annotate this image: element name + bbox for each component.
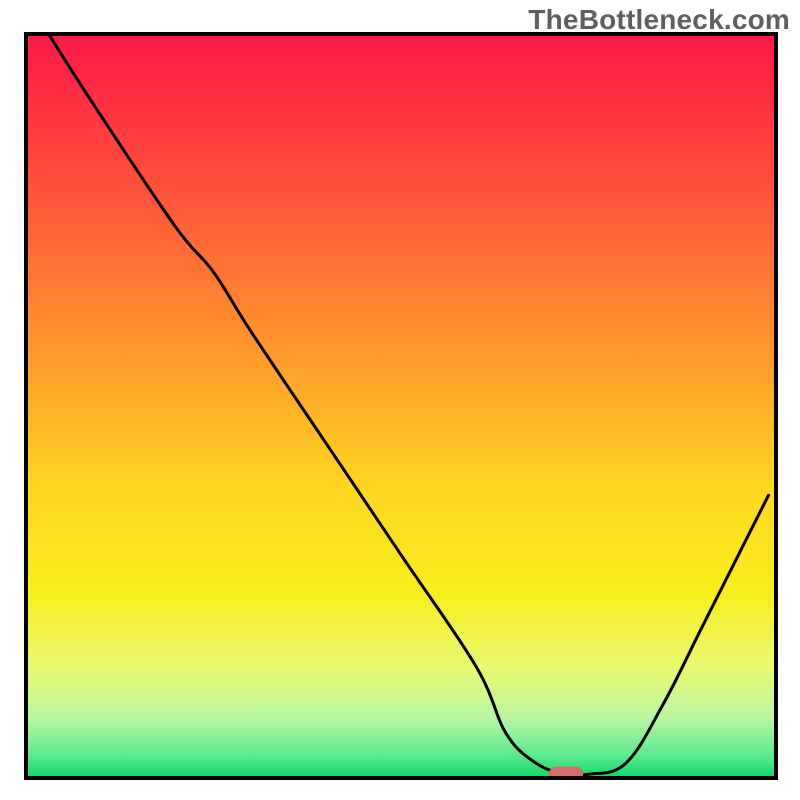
watermark-text: TheBottleneck.com xyxy=(528,4,790,36)
gradient-background xyxy=(26,34,776,778)
bottleneck-chart xyxy=(0,0,800,800)
chart-container: TheBottleneck.com xyxy=(0,0,800,800)
